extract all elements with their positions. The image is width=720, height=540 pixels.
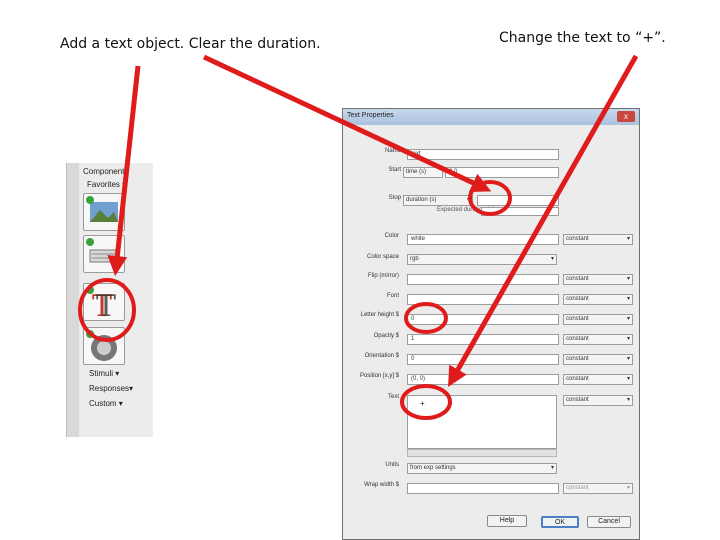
orientation-input[interactable]: 0 [407, 354, 559, 365]
chevron-down-icon: ▾ [626, 397, 630, 403]
text-properties-dialog: Text Properties x Name text Start time (… [342, 108, 640, 540]
wrap-width-mode-value: constant [566, 485, 589, 491]
font-input[interactable] [407, 294, 559, 305]
ok-button[interactable]: OK [541, 516, 579, 528]
orientation-label: Orientation $ [364, 353, 399, 359]
help-button[interactable]: Help [487, 515, 527, 527]
flip-mode-select[interactable]: constant ▾ [563, 274, 633, 285]
components-panel: Components Favorites ▾ T T Stimuli ▾ Res [66, 163, 153, 437]
chevron-down-icon: ▾ [626, 485, 630, 491]
font-mode-select[interactable]: constant ▾ [563, 294, 633, 305]
name-label: Name [384, 148, 401, 154]
start-type-value: time (s) [406, 169, 426, 175]
chevron-down-icon: ▾ [626, 296, 630, 302]
text-input[interactable]: + [407, 395, 557, 449]
keyboard-component-button[interactable] [83, 235, 125, 273]
font-mode-value: constant [566, 296, 589, 302]
dialog-titlebar: Text Properties x [343, 109, 639, 125]
start-label: Start [388, 167, 401, 173]
start-type-select[interactable]: time (s) [403, 167, 443, 178]
opacity-label: Opacity $ [373, 333, 399, 339]
chevron-down-icon: ▾ [550, 256, 554, 262]
flip-label: Flip (mirror) [368, 273, 399, 279]
instruction-caption-right: Change the text to “+”. [499, 30, 666, 46]
image-component-button[interactable] [83, 193, 125, 231]
flip-mode-value: constant [566, 276, 589, 282]
units-value: from exp settings [410, 465, 456, 471]
position-label: Position [x,y] $ [359, 373, 399, 379]
wrap-width-label: Wrap width $ [364, 482, 399, 488]
components-header: Components [83, 167, 129, 176]
cancel-button[interactable]: Cancel [587, 516, 631, 528]
keyboard-icon [86, 238, 119, 263]
letter-height-mode-select[interactable]: constant ▾ [563, 314, 633, 325]
chevron-down-icon: ▾ [626, 276, 630, 282]
favorites-toggle[interactable]: Favorites ▾ [87, 180, 126, 189]
close-button[interactable]: x [617, 111, 635, 122]
wrap-width-mode-select[interactable]: constant ▾ [563, 483, 633, 494]
chevron-down-icon: ▾ [466, 197, 470, 203]
position-mode-value: constant [566, 376, 589, 382]
letter-height-mode-value: constant [566, 316, 589, 322]
color-mode-select[interactable]: constant ▾ [563, 234, 633, 245]
font-label: Font [386, 293, 399, 299]
sound-component-button[interactable] [83, 327, 125, 365]
position-mode-select[interactable]: constant ▾ [563, 374, 633, 385]
stop-label: Stop [388, 195, 401, 201]
letter-height-input[interactable]: 0 [407, 314, 559, 325]
text-horizontal-scrollbar[interactable] [407, 449, 557, 457]
svg-text:T: T [96, 289, 116, 320]
chevron-down-icon: ▾ [626, 356, 630, 362]
text-input-value: + [420, 399, 425, 408]
image-icon [86, 196, 118, 222]
stimuli-toggle[interactable]: Stimuli ▾ [89, 369, 119, 378]
text-mode-select[interactable]: constant ▾ [563, 395, 633, 406]
orientation-mode-value: constant [566, 356, 589, 362]
stop-type-value: duration (s) [406, 197, 437, 203]
wrap-width-input[interactable] [407, 483, 559, 494]
color-label: Color [384, 233, 399, 239]
custom-toggle[interactable]: Custom ▾ [89, 399, 123, 408]
chevron-down-icon: ▾ [626, 316, 630, 322]
text-mode-value: constant [566, 397, 589, 403]
stop-input[interactable] [477, 195, 559, 206]
opacity-mode-select[interactable]: constant ▾ [563, 334, 633, 345]
units-label: Units [385, 462, 399, 468]
responses-toggle[interactable]: Responses▾ [89, 384, 133, 393]
text-icon: T T [86, 286, 116, 324]
chevron-down-icon: ▾ [626, 336, 630, 342]
opacity-mode-value: constant [566, 336, 589, 342]
color-input[interactable]: white [407, 234, 559, 245]
name-input[interactable]: text [407, 149, 559, 160]
stop-type-select[interactable]: duration (s) ▾ [403, 195, 473, 206]
speaker-icon [86, 330, 117, 361]
start-input[interactable]: 0.0 [445, 167, 559, 178]
dialog-title: Text Properties [347, 112, 394, 119]
letter-height-label: Letter height $ [360, 312, 399, 318]
instruction-caption-left: Add a text object. Clear the duration. [60, 36, 321, 52]
chevron-down-icon: ▾ [626, 236, 630, 242]
flip-input[interactable] [407, 274, 559, 285]
colorspace-value: rgb [410, 256, 419, 262]
position-input[interactable]: (0, 0) [407, 374, 559, 385]
opacity-input[interactable]: 1 [407, 334, 559, 345]
colorspace-label: Color space [366, 254, 399, 260]
units-select[interactable]: from exp settings ▾ [407, 463, 557, 474]
orientation-mode-select[interactable]: constant ▾ [563, 354, 633, 365]
expected-duration-input[interactable] [481, 207, 559, 216]
chevron-down-icon: ▾ [626, 376, 630, 382]
text-component-button[interactable]: T T [83, 283, 125, 324]
text-label: Text [387, 394, 399, 400]
color-mode-value: constant [566, 236, 589, 242]
chevron-down-icon: ▾ [550, 465, 554, 471]
colorspace-select[interactable]: rgb ▾ [407, 254, 557, 265]
